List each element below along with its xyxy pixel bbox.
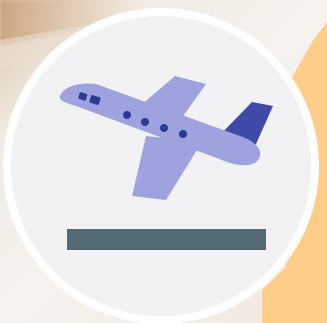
airplane-window	[141, 118, 149, 126]
takeoff-scene-svg	[0, 0, 327, 323]
airplane-window	[179, 130, 187, 138]
runway-bar	[67, 229, 266, 250]
airplane-window	[160, 124, 168, 132]
airplane-window	[123, 111, 131, 119]
takeoff-illustration	[0, 0, 327, 323]
